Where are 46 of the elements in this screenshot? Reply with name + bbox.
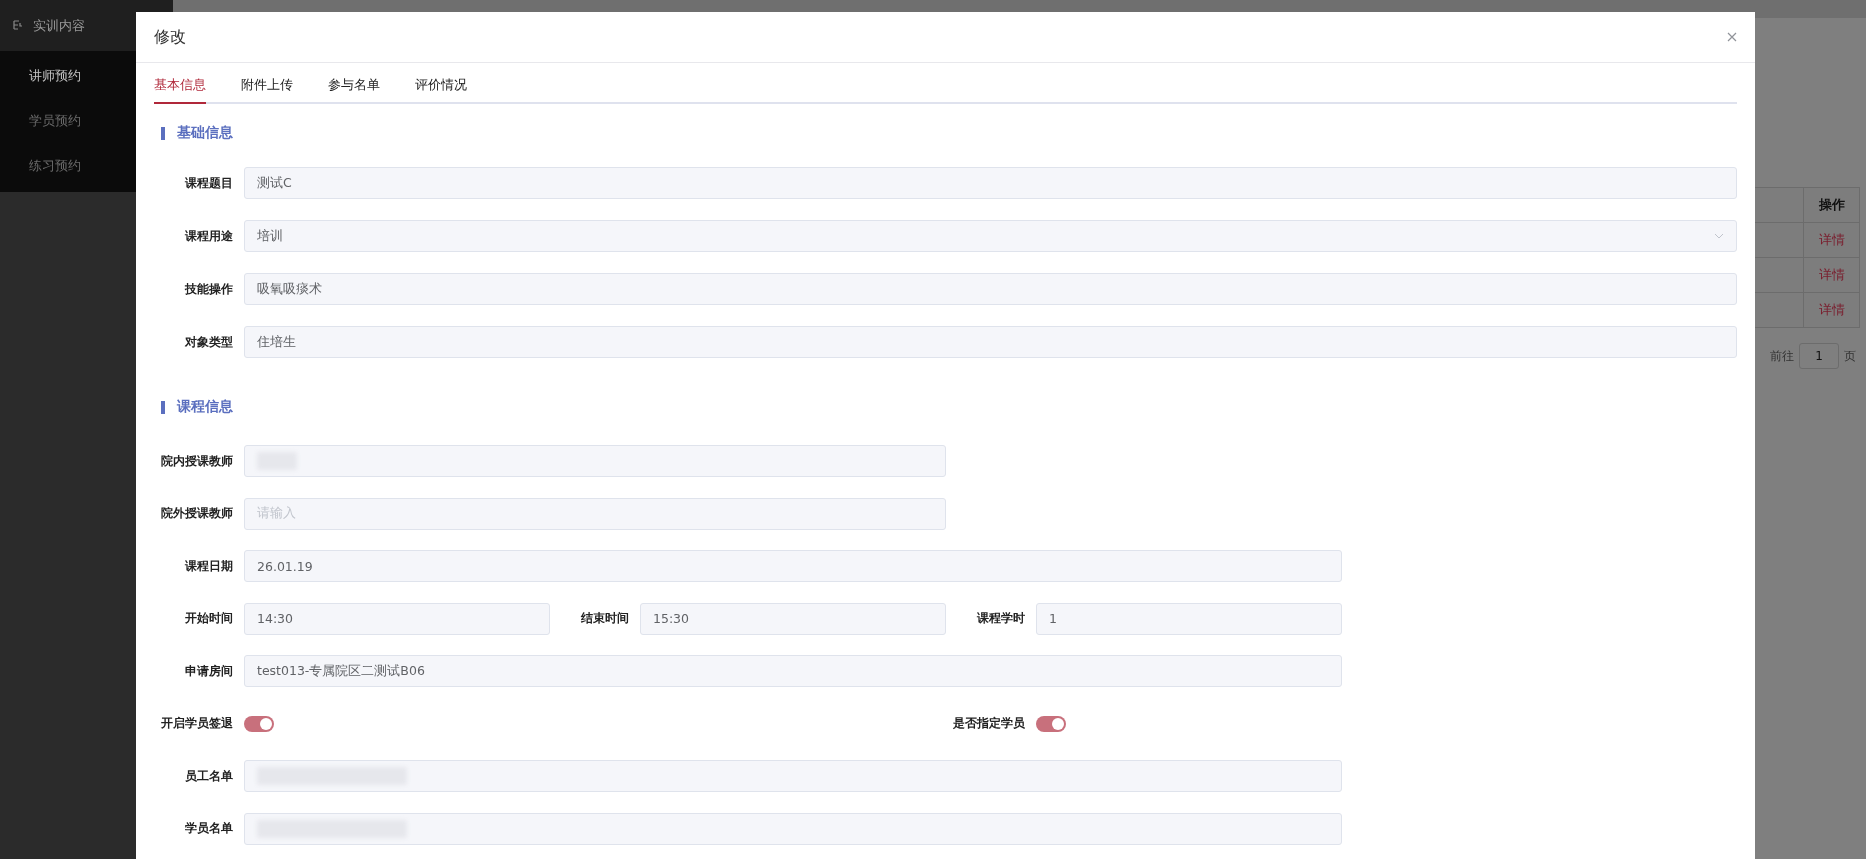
toggle-switch[interactable] <box>1036 715 1066 732</box>
tab[interactable]: 评价情况 <box>415 76 467 104</box>
input-field[interactable]: 1 <box>1036 602 1342 635</box>
field-label: 结束时间 <box>581 610 629 627</box>
field-label: 课程日期 <box>185 557 233 575</box>
section-marker <box>161 126 165 140</box>
field-label: 课程学时 <box>977 610 1025 627</box>
field-label: 申请房间 <box>185 662 233 680</box>
section-title: 基础信息 <box>177 124 233 142</box>
field-label: 院外授课教师 <box>161 505 233 522</box>
goto-label: 前往 <box>1770 347 1794 365</box>
section-marker <box>161 400 165 414</box>
select-field[interactable]: 培训 <box>244 220 1737 252</box>
toggle-switch[interactable] <box>244 715 274 732</box>
field-label: 课程题目 <box>185 174 233 192</box>
field-label: 开启学员签退 <box>161 715 233 732</box>
page-suffix: 页 <box>1844 347 1856 365</box>
field-label: 院内授课教师 <box>161 452 233 470</box>
field-label: 对象类型 <box>185 333 233 351</box>
input-field[interactable]: 14:30 <box>244 602 550 635</box>
input-field[interactable]: 吸氧吸痰术 <box>244 273 1737 305</box>
section-title: 课程信息 <box>177 398 233 416</box>
menu-group-label[interactable]: 实训内容 <box>33 16 85 35</box>
tab[interactable]: 附件上传 <box>241 76 293 104</box>
input-field[interactable]: 测试C <box>244 167 1737 199</box>
chevron-down-icon <box>1714 233 1724 239</box>
input-field[interactable]: 住培生 <box>244 326 1737 358</box>
field-label: 课程用途 <box>185 227 233 245</box>
input-field[interactable]: test013-专属院区二测试B06 <box>244 655 1342 687</box>
field-label: 员工名单 <box>185 767 233 785</box>
input-field[interactable] <box>244 812 1342 845</box>
field-label: 学员名单 <box>185 820 233 837</box>
tree-icon <box>13 20 23 31</box>
tab[interactable]: 参与名单 <box>328 76 380 104</box>
input-field[interactable] <box>244 760 1342 792</box>
input-field[interactable]: 26.01.19 <box>244 550 1342 582</box>
dialog-title: 修改 <box>154 26 186 48</box>
field-label: 开始时间 <box>185 610 233 627</box>
field-label: 是否指定学员 <box>953 715 1025 732</box>
input-field[interactable] <box>244 445 946 477</box>
column-header: 操作 <box>1803 187 1860 223</box>
page-input[interactable]: 1 <box>1799 343 1839 369</box>
close-icon[interactable] <box>1727 32 1737 42</box>
input-field[interactable]: 15:30 <box>640 602 946 635</box>
field-label: 技能操作 <box>185 280 233 298</box>
tab[interactable]: 基本信息 <box>154 76 206 104</box>
